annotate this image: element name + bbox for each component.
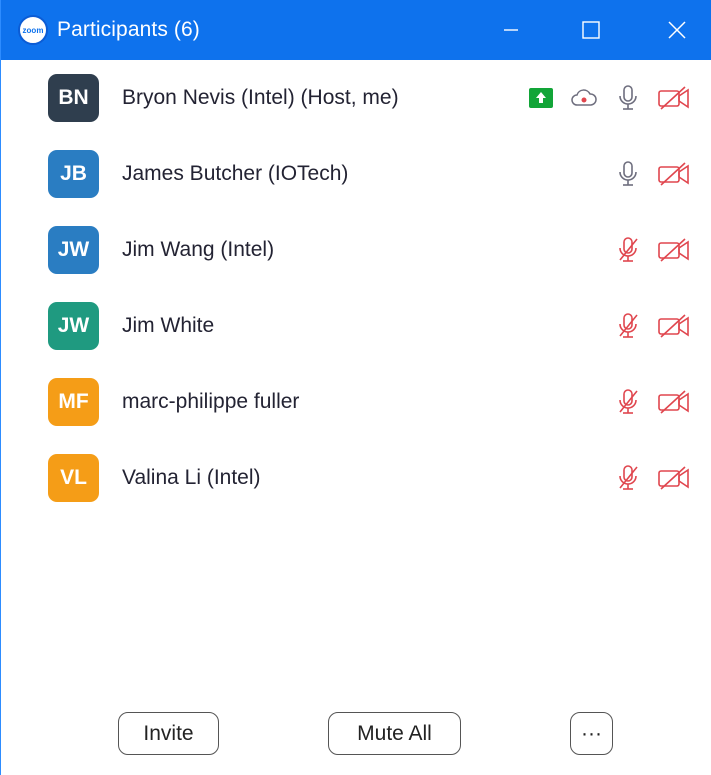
- participant-name: Jim White: [122, 314, 215, 337]
- screen-share-icon: [529, 88, 553, 108]
- participant-row[interactable]: JB James Butcher (IOTech): [1, 136, 711, 212]
- zoom-logo-icon: zoom: [18, 15, 48, 45]
- participant-name: marc-philippe fuller: [122, 390, 300, 413]
- participant-row[interactable]: JW Jim Wang (Intel): [1, 212, 711, 288]
- participant-name: James Butcher (IOTech): [122, 162, 349, 185]
- mic-muted-icon[interactable]: [617, 388, 639, 416]
- avatar: JW: [48, 226, 99, 274]
- close-button[interactable]: [647, 0, 707, 60]
- avatar: JW: [48, 302, 99, 350]
- participant-row[interactable]: VL Valina Li (Intel): [1, 440, 711, 516]
- mute-all-button[interactable]: Mute All: [328, 712, 461, 755]
- participant-name: Valina Li (Intel): [122, 466, 261, 489]
- video-off-icon[interactable]: [657, 313, 691, 339]
- participant-row[interactable]: JW Jim White: [1, 288, 711, 364]
- mic-muted-icon[interactable]: [617, 464, 639, 492]
- avatar: VL: [48, 454, 99, 502]
- maximize-button[interactable]: [561, 0, 621, 60]
- participant-row[interactable]: MF marc-philippe fuller: [1, 364, 711, 440]
- participant-row[interactable]: BN Bryon Nevis (Intel) (Host, me): [1, 60, 711, 136]
- participant-name: Jim Wang (Intel): [122, 238, 275, 261]
- avatar: JB: [48, 150, 99, 198]
- video-off-icon[interactable]: [657, 465, 691, 491]
- footer-bar: Invite Mute All ···: [1, 705, 711, 765]
- video-off-icon[interactable]: [657, 389, 691, 415]
- logo-text: zoom: [22, 25, 44, 35]
- title-bar[interactable]: zoom Participants (6): [1, 0, 711, 60]
- video-off-icon[interactable]: [657, 161, 691, 187]
- more-options-button[interactable]: ···: [570, 712, 613, 755]
- participants-window: zoom Participants (6) BN Bryon Nevis (Int…: [0, 0, 711, 775]
- mic-muted-icon[interactable]: [617, 312, 639, 340]
- mic-icon[interactable]: [617, 84, 639, 112]
- video-off-icon[interactable]: [657, 85, 691, 111]
- close-icon: [668, 21, 686, 39]
- mic-muted-icon[interactable]: [617, 236, 639, 264]
- participant-list: BN Bryon Nevis (Intel) (Host, me) JB James …: [1, 60, 711, 516]
- invite-button[interactable]: Invite: [118, 712, 219, 755]
- window-title: Participants (6): [57, 18, 200, 41]
- maximize-icon: [582, 21, 600, 39]
- avatar: MF: [48, 378, 99, 426]
- cloud-recording-icon: [570, 88, 598, 108]
- minimize-button[interactable]: [481, 0, 541, 60]
- minimize-icon: [504, 29, 518, 31]
- video-off-icon[interactable]: [657, 237, 691, 263]
- avatar: BN: [48, 74, 99, 122]
- participant-name: Bryon Nevis (Intel) (Host, me): [122, 86, 399, 109]
- mic-icon[interactable]: [617, 160, 639, 188]
